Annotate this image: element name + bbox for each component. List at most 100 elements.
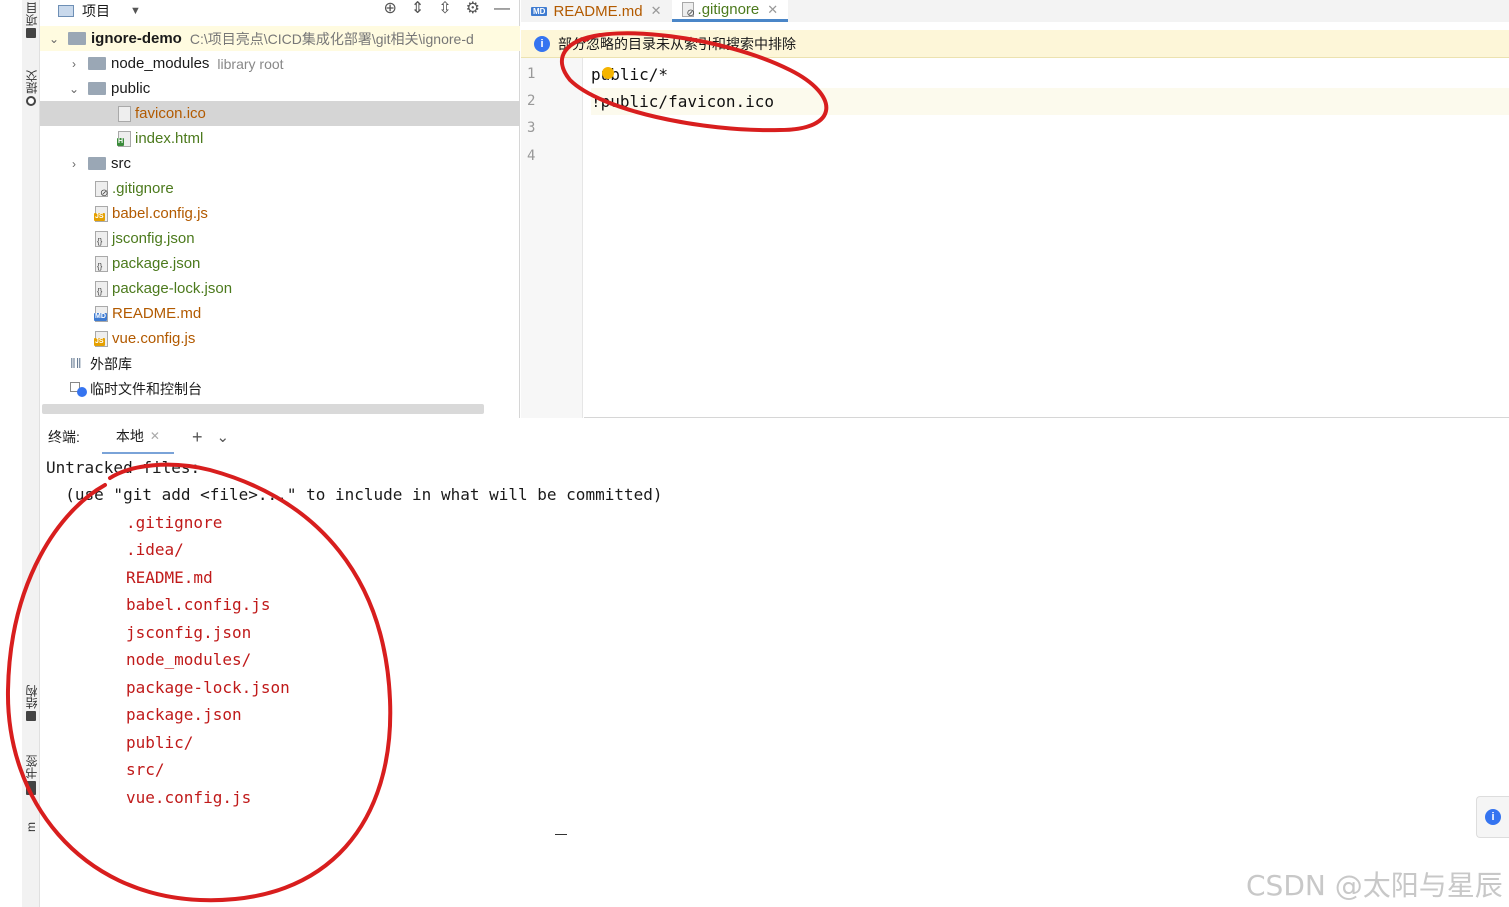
code-text: !public/favicon.ico — [591, 92, 775, 111]
folder-icon — [88, 157, 106, 170]
minimize-icon[interactable]: — — [494, 0, 510, 18]
terminal-header: 终端: 本地 ✕ + ⌄ — [40, 420, 1509, 455]
tree-item-label: vue.config.js — [112, 330, 196, 347]
tool-tab-project-label: 项目 — [24, 2, 39, 26]
tree-row-readme[interactable]: MD README.md — [40, 301, 520, 326]
code-editor[interactable]: public/* !public/favicon.ico — [584, 58, 1509, 418]
collapse-all-icon[interactable]: ⇳ — [438, 0, 451, 18]
chevron-down-icon[interactable]: ⌄ — [68, 82, 80, 96]
js-badge-icon: JS — [94, 212, 105, 221]
expand-all-icon[interactable]: ⇕ — [411, 0, 424, 18]
tab-readme-label: README.md — [553, 2, 643, 20]
watermark: CSDN @太阳与星辰 — [1246, 869, 1503, 902]
tool-tab-structure-label: 结构 — [24, 685, 39, 709]
project-title[interactable]: 项目 — [82, 1, 110, 21]
code-line[interactable] — [591, 142, 1509, 169]
code-line-current[interactable]: !public/favicon.ico — [591, 88, 1509, 115]
info-icon: i — [534, 35, 550, 52]
markdown-file-icon: MD — [94, 305, 108, 322]
editor-gutter: 1 2 3 4 — [521, 58, 583, 418]
tree-row-gitignore[interactable]: .gitignore — [40, 176, 520, 201]
close-icon[interactable]: ✕ — [767, 2, 778, 18]
tree-item-label: package.json — [112, 255, 201, 272]
terminal-title: 终端: — [48, 429, 80, 445]
locate-icon[interactable]: ⊕ — [383, 0, 396, 18]
untracked-file: public/ — [126, 733, 194, 752]
line-number: 3 — [527, 120, 536, 136]
tool-tab-commit[interactable]: 提交 — [22, 70, 40, 108]
tree-row-vue-config[interactable]: JS vue.config.js — [40, 326, 520, 351]
gitignore-file-icon — [95, 180, 108, 199]
tool-tab-commit-label: 提交 — [24, 70, 39, 94]
commit-icon — [26, 96, 36, 106]
image-file-icon — [118, 105, 131, 122]
untracked-file: package.json — [126, 705, 242, 724]
library-icon: ‖‖ — [70, 354, 82, 371]
untracked-file: vue.config.js — [126, 788, 252, 807]
line-number: 4 — [527, 148, 536, 164]
js-badge-icon: JS — [94, 337, 105, 346]
json-file-icon — [95, 280, 108, 297]
untracked-file: package-lock.json — [126, 678, 290, 697]
tree-item-label: 临时文件和控制台 — [90, 380, 202, 397]
tool-tab-npm[interactable]: m — [22, 822, 40, 832]
json-file-icon — [95, 230, 108, 247]
untracked-file: babel.config.js — [126, 595, 271, 614]
library-root-note: library root — [217, 55, 284, 72]
code-line[interactable]: public/* — [591, 61, 1509, 88]
chevron-down-icon[interactable]: ⌄ — [48, 32, 60, 46]
untracked-file: jsconfig.json — [126, 623, 252, 642]
tree-row-public[interactable]: ⌄ public — [40, 76, 520, 101]
tool-tab-structure[interactable]: 结构 — [22, 685, 40, 723]
project-tool-window: 项目 ▼ ⊕ ⇕ ⇳ ⚙ — ⌄ ignore-demo C:\项目亮点\CIC… — [40, 0, 520, 418]
md-badge-icon: MD — [94, 312, 107, 321]
editor-tab-bar: MD README.md ✕ .gitignore ✕ — [521, 0, 1509, 22]
info-icon: i — [1485, 809, 1501, 825]
tree-row-favicon[interactable]: favicon.ico — [40, 101, 520, 126]
tab-gitignore[interactable]: .gitignore ✕ — [671, 0, 789, 22]
tool-tab-bookmarks[interactable]: 书签 — [22, 755, 40, 797]
project-folder-icon — [26, 28, 36, 38]
tree-row-scratches[interactable]: 临时文件和控制台 — [40, 376, 520, 401]
tree-item-label: .gitignore — [112, 180, 174, 197]
tool-tab-bookmarks-label: 书签 — [24, 755, 39, 779]
tree-item-label: favicon.ico — [135, 105, 206, 122]
tab-readme[interactable]: MD README.md ✕ — [521, 0, 672, 22]
tree-item-label: package-lock.json — [112, 280, 233, 297]
untracked-file: .gitignore — [126, 513, 223, 532]
tree-row-external-libs[interactable]: ‖‖ 外部库 — [40, 351, 520, 376]
tree-row-jsconfig[interactable]: jsconfig.json — [40, 226, 520, 251]
code-line[interactable] — [591, 115, 1509, 142]
add-terminal-icon[interactable]: + — [192, 427, 203, 448]
tree-row-package-json[interactable]: package.json — [40, 251, 520, 276]
html-file-icon: H — [117, 130, 131, 147]
line-number: 1 — [527, 66, 536, 82]
gear-icon[interactable]: ⚙ — [466, 0, 480, 18]
project-header-actions: ⊕ ⇕ ⇳ ⚙ — — [383, 0, 510, 18]
markdown-file-icon: MD — [531, 6, 548, 16]
tree-row-src[interactable]: › src — [40, 151, 520, 176]
terminal-output[interactable]: Untracked files: (use "git add <file>...… — [40, 454, 1509, 907]
line-number: 2 — [527, 93, 536, 109]
tree-row-index-html[interactable]: H index.html — [40, 126, 520, 151]
chevron-down-icon[interactable]: ⌄ — [216, 428, 229, 446]
tree-root-path: C:\项目亮点\CICD集成化部署\git相关\ignore-d — [189, 30, 474, 47]
close-icon[interactable]: ✕ — [150, 429, 160, 443]
tree-root-name: ignore-demo — [91, 30, 182, 47]
tree-row-package-lock[interactable]: package-lock.json — [40, 276, 520, 301]
tool-tab-project[interactable]: 项目 — [22, 2, 40, 40]
js-file-icon: JS — [94, 205, 108, 222]
notifications-button[interactable]: i — [1476, 796, 1509, 838]
lightbulb-icon[interactable] — [602, 67, 614, 79]
structure-icon — [26, 711, 36, 721]
chevron-right-icon[interactable]: › — [68, 157, 80, 171]
tree-row-babel-config[interactable]: JS babel.config.js — [40, 201, 520, 226]
tree-row-root[interactable]: ⌄ ignore-demo C:\项目亮点\CICD集成化部署\git相关\ig… — [40, 26, 520, 51]
close-icon[interactable]: ✕ — [651, 3, 662, 19]
chevron-down-icon[interactable]: ▼ — [130, 5, 141, 17]
horizontal-scrollbar[interactable] — [42, 404, 484, 414]
chevron-right-icon[interactable]: › — [68, 57, 80, 71]
tree-row-node-modules[interactable]: › node_modules library root — [40, 51, 520, 76]
tab-terminal-local[interactable]: 本地 ✕ — [101, 420, 174, 455]
tree-item-label: babel.config.js — [112, 205, 208, 222]
